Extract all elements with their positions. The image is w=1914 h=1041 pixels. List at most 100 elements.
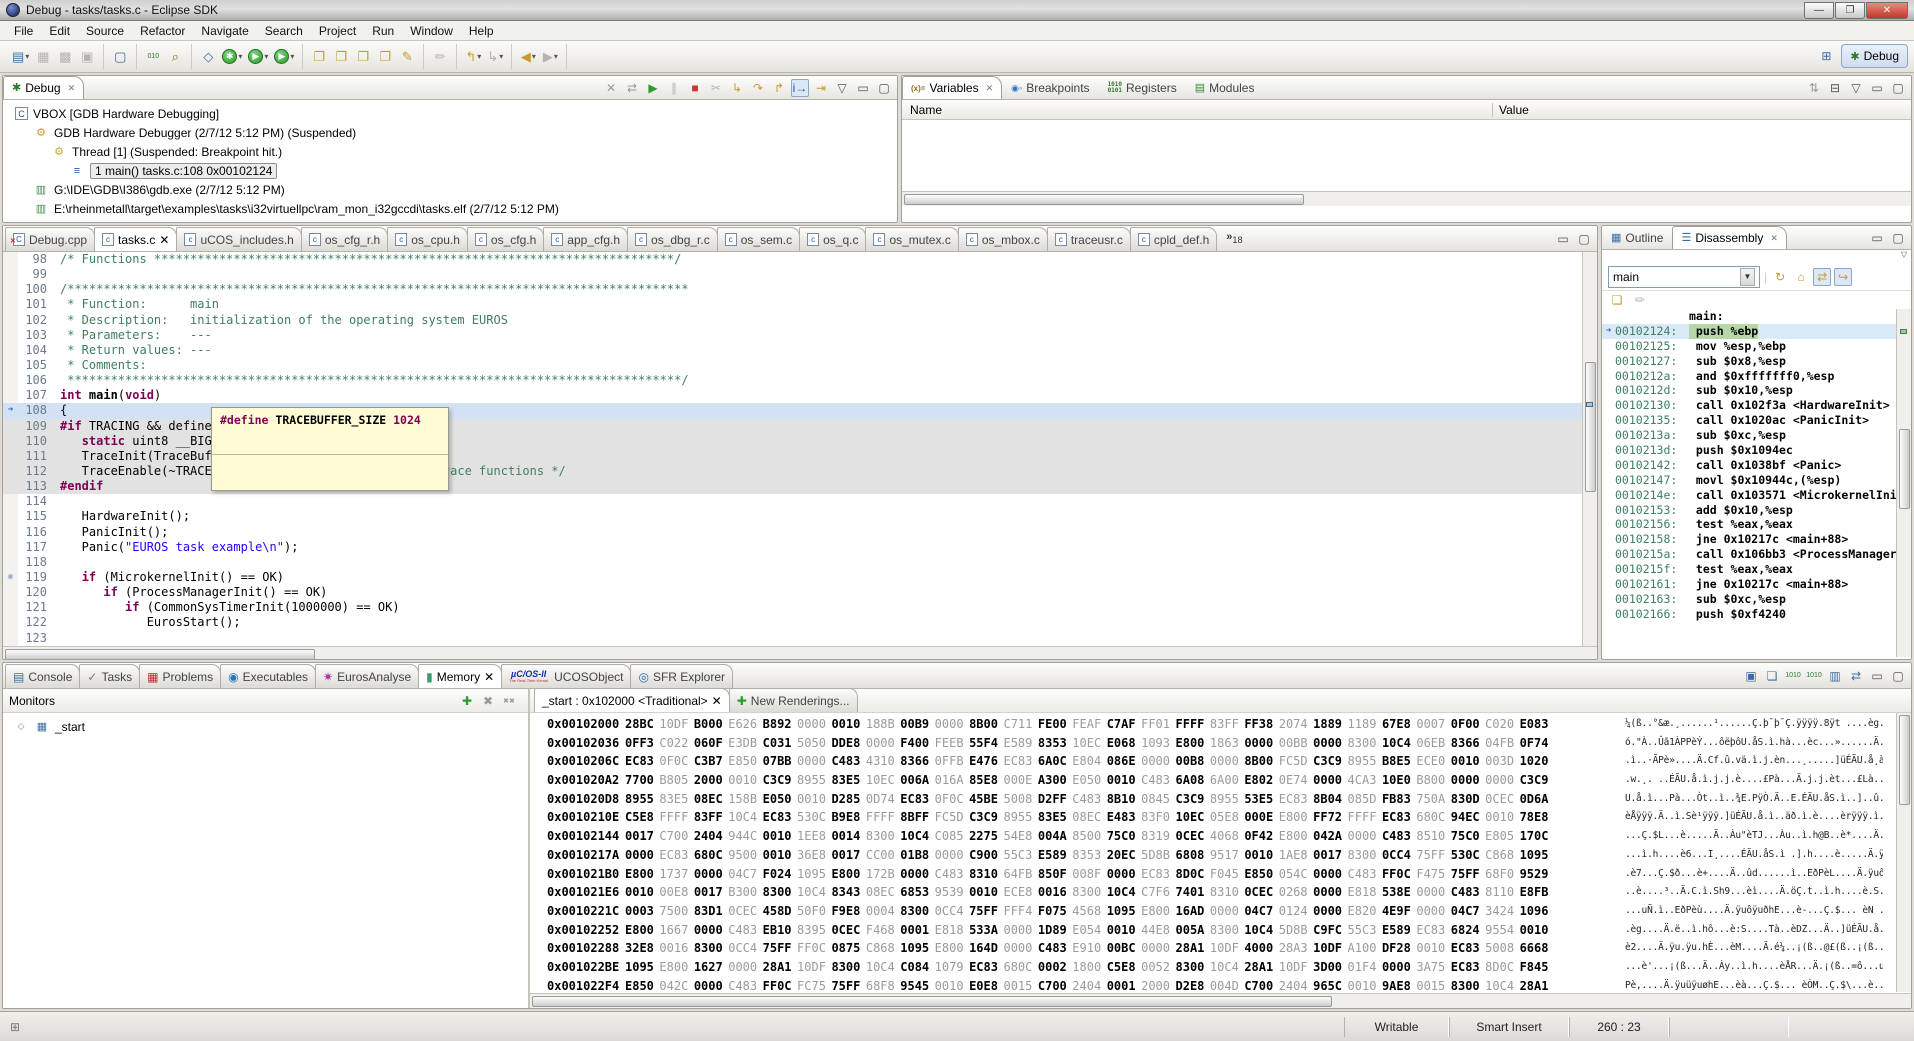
disassembly-line[interactable]: ➜00102124: push %ebp — [1602, 324, 1911, 339]
open-perspective-icon[interactable]: ⊞ — [1817, 47, 1835, 65]
disassembly-line[interactable]: 00102161: jne 0x10217c <main+88> — [1602, 577, 1911, 592]
editor-hscrollbar[interactable] — [3, 646, 1597, 660]
editor-tab-ucos-includes-h[interactable]: cuCOS_includes.h — [176, 227, 301, 251]
new-memory-view-icon[interactable]: ❏ — [1763, 667, 1781, 685]
open-task-button[interactable]: ❐ — [352, 46, 374, 68]
debug-tree-item[interactable]: ≡1 main() tasks.c:108 0x00102124 — [3, 161, 897, 180]
variables-hscrollbar[interactable] — [902, 191, 1911, 206]
annotate-button[interactable]: ✏ — [429, 46, 451, 68]
disassembly-line[interactable]: 0010213a: sub $0xc,%esp — [1602, 428, 1911, 443]
pc-annotation[interactable] — [1900, 329, 1907, 334]
memory-row[interactable]: 0x001022BE1095E8001627000028A110DF830010… — [530, 958, 1911, 977]
remove-all-monitors-icon[interactable]: ✖✖ — [500, 692, 518, 710]
disassembly-vscrollbar[interactable] — [1896, 309, 1911, 657]
forward-button[interactable]: ▶▾ — [539, 46, 561, 68]
disassembly-line[interactable]: 00102135: call 0x1020ac <PanicInit> — [1602, 413, 1911, 428]
disassembly-line[interactable]: 00102147: movl $0x10944c,(%esp) — [1602, 473, 1911, 488]
code-line[interactable]: 104 * Return values: --- — [3, 343, 1597, 358]
close-icon[interactable]: ✕ — [159, 233, 169, 247]
run-button[interactable]: ▶▾ — [245, 46, 271, 68]
close-button[interactable]: ✕ — [1866, 2, 1908, 19]
edit-icon[interactable]: ✏ — [1631, 291, 1649, 309]
back-button[interactable]: ◀▾ — [517, 46, 539, 68]
terminate-icon[interactable]: ■ — [686, 79, 704, 97]
menu-window[interactable]: Window — [402, 22, 461, 40]
code-editor[interactable]: 98/* Functions *************************… — [3, 252, 1597, 646]
tab-breakpoints[interactable]: ◉◦Breakpoints — [1002, 76, 1098, 99]
column-name[interactable]: Name — [902, 103, 1492, 117]
view-menu-icon[interactable]: ▽ — [1847, 79, 1865, 97]
tab-sfr-explorer[interactable]: ◎SFR Explorer — [630, 664, 733, 688]
save-button[interactable]: ▦ — [32, 46, 54, 68]
code-line[interactable]: 107int main(void) — [3, 388, 1597, 403]
tab-ucosobject[interactable]: µC/OS-IIThe Real-Time KernelUCOSObject — [501, 664, 631, 688]
binary-010-button[interactable]: 010 — [142, 46, 164, 68]
chevron-down-icon[interactable]: ▾ — [290, 52, 294, 61]
tab-tasks[interactable]: ✓Tasks — [79, 664, 140, 688]
disassembly-line[interactable]: 0010213d: push $0x1094ec — [1602, 443, 1911, 458]
maximize-icon[interactable]: ▢ — [1575, 230, 1593, 248]
memory-row[interactable]: 0x0010217A0000EC83680C9500001036E80017CC… — [530, 846, 1911, 865]
memory-row[interactable]: 0x0010200028BC10DFB000E626B8920000001018… — [530, 715, 1911, 734]
code-line[interactable]: ◉119 if (MicrokernelInit() == OK) — [3, 570, 1597, 585]
editor-tab-tasks-c[interactable]: ctasks.c✕ — [94, 227, 177, 251]
code-line[interactable]: 103 * Parameters: --- — [3, 328, 1597, 343]
tab-debug[interactable]: ✱ Debug ✕ — [3, 76, 84, 99]
menu-search[interactable]: Search — [257, 22, 311, 40]
remove-memory-monitor-icon[interactable]: ✖ — [479, 692, 497, 710]
disassembly-line[interactable]: 00102163: sub $0xc,%esp — [1602, 592, 1911, 607]
disassembly-line[interactable]: 0010212d: sub $0x10,%esp — [1602, 383, 1911, 398]
debug-tree-item[interactable]: ▥E:\rheinmetall\target\examples\tasks\i3… — [3, 199, 897, 218]
editor-tab-overflow[interactable]: »18 — [1222, 231, 1246, 245]
memory-vscrollbar[interactable] — [1896, 713, 1911, 992]
memory-row[interactable]: 0x0010210EC5E8FFFF83FF10C4EC83530CB9E8FF… — [530, 808, 1911, 827]
menu-refactor[interactable]: Refactor — [132, 22, 193, 40]
memory-row[interactable]: 0x001020A27700B80520000010C3C9895583E510… — [530, 771, 1911, 790]
memory-row[interactable]: 0x001021B0E8001737000004C7F0241095E80017… — [530, 865, 1911, 884]
editor-tab-os-mbox-c[interactable]: cos_mbox.c — [958, 227, 1048, 251]
maximize-button[interactable]: ❐ — [1835, 2, 1865, 19]
minimize-icon[interactable]: ▭ — [1868, 79, 1886, 97]
remove-all-terminated-icon[interactable]: ✕ — [602, 79, 620, 97]
code-line[interactable]: 117 Panic("EUROS task example\n"); — [3, 540, 1597, 555]
disconnect-icon[interactable]: ✂ — [707, 79, 725, 97]
toggle-mark-occurrences-button[interactable]: ✎ — [396, 46, 418, 68]
code-line[interactable]: 101 * Function: main — [3, 297, 1597, 312]
link-renderings-icon[interactable]: ⇄ — [1847, 667, 1865, 685]
endianness-1010-icon[interactable]: 1010 — [1784, 667, 1802, 685]
disassembly-line[interactable]: 00102158: jne 0x10217c <main+88> — [1602, 532, 1911, 547]
view-menu-icon[interactable]: ▽ — [833, 79, 851, 97]
code-line[interactable]: 123 — [3, 631, 1597, 646]
memory-row[interactable]: 0x001020360FF3C022060FE3DBC0315050DDE800… — [530, 734, 1911, 753]
column-value[interactable]: Value — [1492, 103, 1529, 117]
debug-perspective-button[interactable]: ✱ Debug — [1841, 44, 1908, 68]
fast-view-icon[interactable]: ⊞ — [6, 1018, 24, 1036]
step-into-icon[interactable]: ↳ — [728, 79, 746, 97]
open-resource-button[interactable]: ❐ — [330, 46, 352, 68]
sync-active-context-icon[interactable]: ⇄ — [1813, 268, 1831, 286]
debug-tree-item[interactable]: ⚙Thread [1] (Suspended: Breakpoint hit.) — [3, 142, 897, 161]
refresh-icon[interactable]: ↻ — [1771, 268, 1789, 286]
tab-console[interactable]: ▤Console — [5, 664, 80, 688]
disassembly-line[interactable]: 00102125: mov %esp,%ebp — [1602, 339, 1911, 354]
maximize-icon[interactable]: ▢ — [1889, 229, 1907, 247]
collapse-all-icon[interactable]: ⊟ — [1826, 79, 1844, 97]
new-button[interactable]: ▤▾ — [9, 46, 32, 68]
code-line[interactable]: 106 ************************************… — [3, 373, 1597, 388]
suspend-icon[interactable]: ∥ — [665, 79, 683, 97]
maximize-icon[interactable]: ▢ — [875, 79, 893, 97]
open-element-button[interactable]: ▢ — [109, 46, 131, 68]
debug-tree-item[interactable]: CVBOX [GDB Hardware Debugging] — [3, 104, 897, 123]
tab-executables[interactable]: ◉Executables — [220, 664, 316, 688]
close-icon[interactable]: ✕ — [68, 83, 76, 94]
disassembly-line[interactable]: 0010215a: call 0x106bb3 <ProcessManagerI… — [1602, 547, 1911, 562]
memory-row[interactable]: 0x0010228832E8001683000CC475FFFF0C0875C8… — [530, 939, 1911, 958]
editor-tab-cpld-def-h[interactable]: ccpld_def.h — [1130, 227, 1217, 251]
menu-run[interactable]: Run — [364, 22, 402, 40]
code-line[interactable]: 118 — [3, 555, 1597, 570]
save-all-button[interactable]: ▩ — [54, 46, 76, 68]
close-icon[interactable]: ✕ — [712, 694, 722, 708]
debug-tree-item[interactable]: ▥G:\IDE\GDB\I386\gdb.exe (2/7/12 5:12 PM… — [3, 180, 897, 199]
resume-icon[interactable]: ▶ — [644, 79, 662, 97]
disassembly-line[interactable]: 0010212a: and $0xfffffff0,%esp — [1602, 369, 1911, 384]
